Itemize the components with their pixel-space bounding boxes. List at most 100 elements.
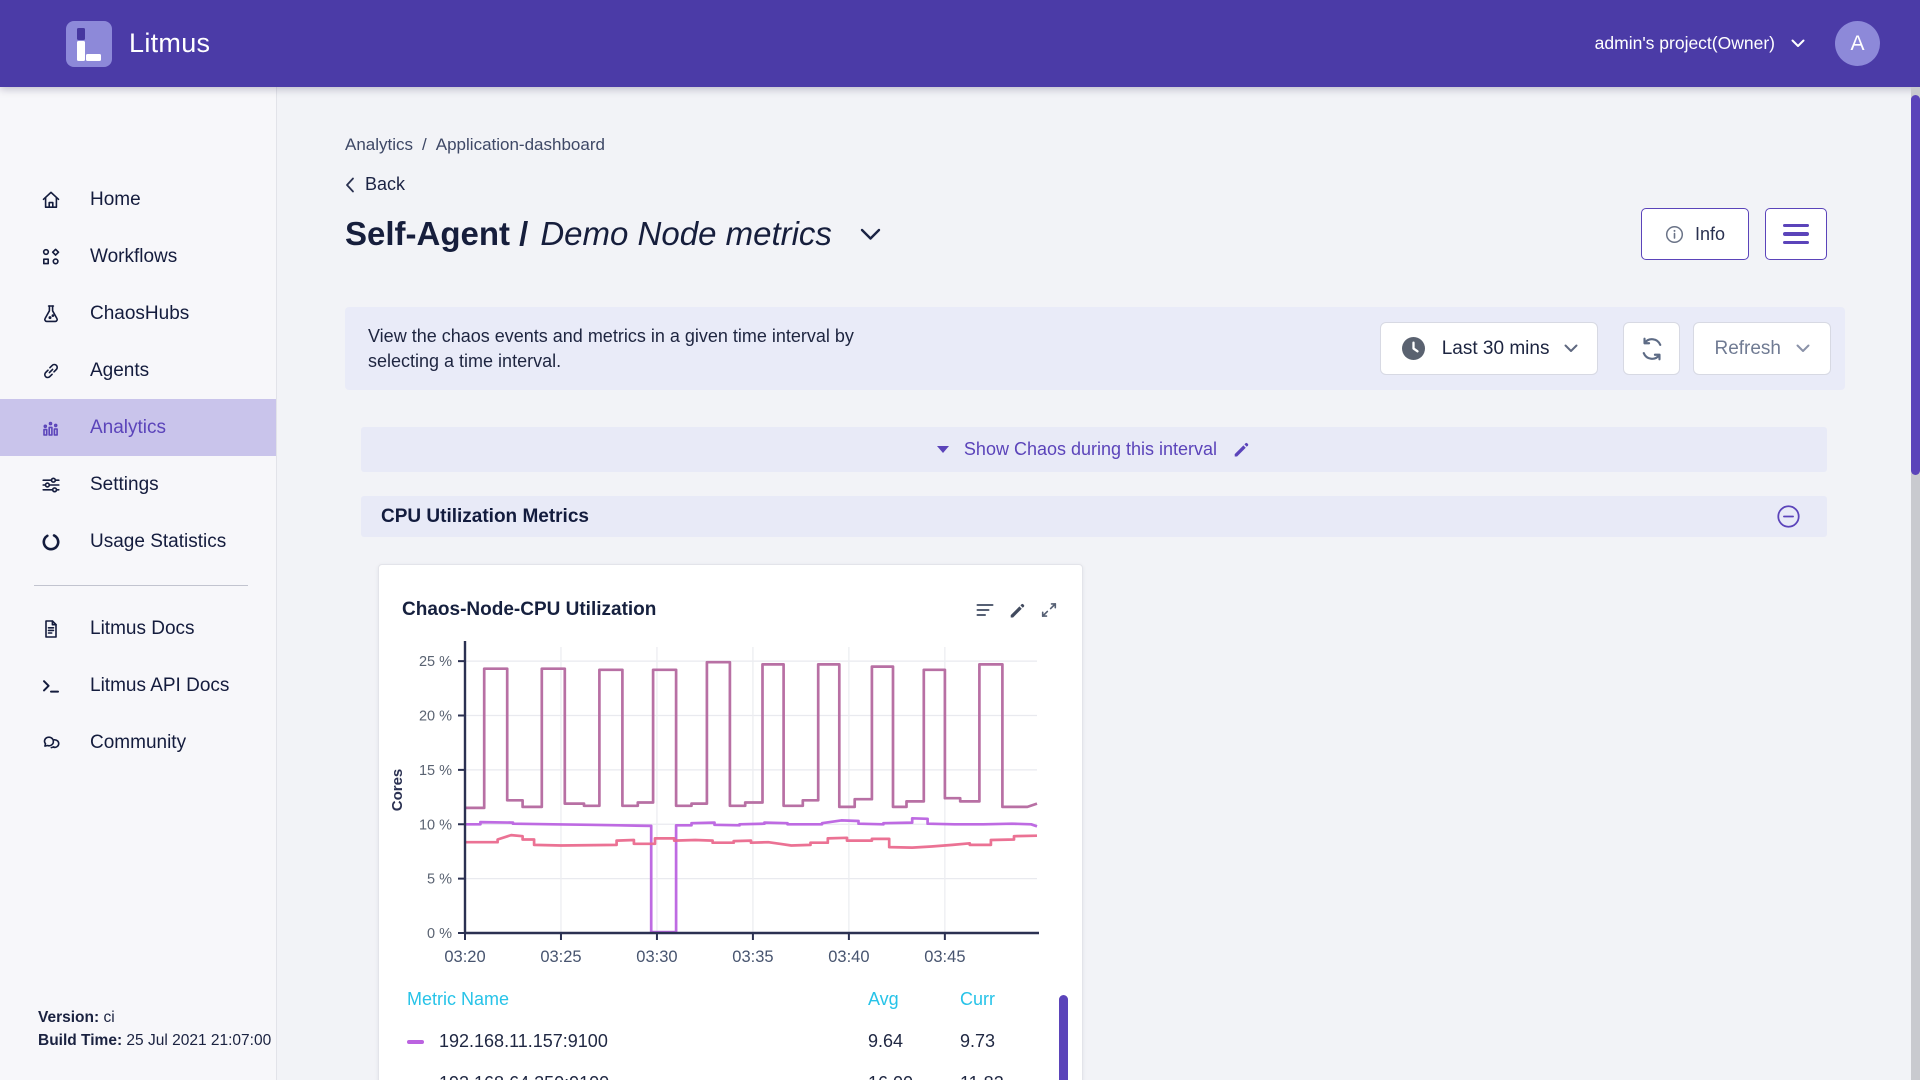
breadcrumb-application-dashboard[interactable]: Application-dashboard	[436, 135, 605, 155]
version-label: Version:	[38, 1009, 99, 1026]
refresh-now-button[interactable]	[1623, 322, 1680, 375]
sidebar-item-chaoshubs[interactable]: ChaosHubs	[0, 285, 276, 342]
home-icon	[39, 188, 63, 212]
time-interval-bar: View the chaos events and metrics in a g…	[345, 307, 1845, 390]
legend-header-curr: Curr	[960, 989, 1046, 1010]
sidebar-item-label: Litmus API Docs	[90, 675, 229, 697]
sidebar-item-litmus-api-docs[interactable]: Litmus API Docs	[0, 657, 276, 714]
dashboard-switch-caret[interactable]	[860, 228, 881, 241]
sidebar-item-analytics[interactable]: Analytics	[0, 399, 276, 456]
link-icon	[39, 359, 63, 383]
cpu-metrics-section-header: CPU Utilization Metrics	[361, 496, 1827, 537]
sidebar-item-label: ChaosHubs	[90, 303, 189, 325]
svg-text:15 %: 15 %	[419, 763, 452, 779]
chat-bubbles-icon	[39, 731, 63, 755]
interval-description: View the chaos events and metrics in a g…	[368, 324, 898, 374]
sidebar-item-settings[interactable]: Settings	[0, 456, 276, 513]
collapse-section-button[interactable]	[1776, 504, 1801, 529]
time-range-select[interactable]: Last 30 mins	[1380, 322, 1599, 375]
project-selector-label: admin's project(Owner)	[1595, 33, 1775, 54]
page-scrollbar[interactable]	[1911, 87, 1920, 1080]
sidebar-divider	[34, 585, 248, 586]
page-title: Self-Agent / Demo Node metrics	[345, 215, 832, 253]
info-button-label: Info	[1695, 224, 1725, 245]
svg-text:5 %: 5 %	[427, 872, 452, 888]
svg-text:03:35: 03:35	[732, 948, 773, 966]
svg-text:03:30: 03:30	[636, 948, 677, 966]
back-button[interactable]: Back	[345, 174, 435, 195]
section-title: CPU Utilization Metrics	[381, 506, 589, 528]
terminal-icon	[39, 674, 63, 698]
page-scrollbar-thumb[interactable]	[1911, 95, 1920, 475]
avatar[interactable]: A	[1835, 21, 1880, 66]
chart-legend: Metric Name Avg Curr 192.168.11.157:9100…	[379, 985, 1082, 1080]
main-content: Analytics / Application-dashboard Back S…	[277, 87, 1920, 1080]
series-color-swatch	[407, 1040, 424, 1044]
svg-text:03:25: 03:25	[540, 948, 581, 966]
sidebar-item-label: Settings	[90, 474, 159, 496]
metric-name: 192.168.64.250:9100	[439, 1073, 609, 1080]
chevron-down-icon	[1796, 344, 1810, 353]
project-selector[interactable]: admin's project(Owner)	[1595, 33, 1805, 54]
workflows-icon	[39, 245, 63, 269]
dashboard-menu-button[interactable]	[1765, 208, 1827, 260]
clock-icon	[1400, 335, 1427, 362]
hamburger-icon	[1783, 224, 1809, 227]
sidebar-item-label: Usage Statistics	[90, 531, 226, 553]
refresh-interval-select[interactable]: Refresh	[1693, 322, 1831, 375]
refresh-cycle-icon	[1639, 336, 1665, 362]
legend-row[interactable]: 192.168.11.157:9100 9.64 9.73	[407, 1031, 1046, 1052]
metric-avg: 16.00	[868, 1073, 960, 1080]
breadcrumb-analytics[interactable]: Analytics	[345, 135, 413, 155]
sidebar-item-label: Community	[90, 732, 186, 754]
chart-expand-icon[interactable]	[1040, 601, 1058, 619]
back-label: Back	[365, 174, 405, 195]
sliders-icon	[39, 473, 63, 497]
page-title-dashboard: Demo Node metrics	[540, 215, 832, 253]
page-title-agent: Self-Agent /	[345, 215, 528, 253]
analytics-icon	[39, 416, 63, 440]
legend-row[interactable]: 192.168.64.250:9100 16.00 11.82	[407, 1073, 1046, 1080]
metric-curr: 9.73	[960, 1031, 1046, 1052]
sidebar-item-agents[interactable]: Agents	[0, 342, 276, 399]
chevron-left-icon	[345, 177, 355, 193]
svg-text:10 %: 10 %	[419, 817, 452, 833]
chart-options-lines-icon[interactable]	[975, 601, 995, 619]
sidebar-item-home[interactable]: Home	[0, 171, 276, 228]
cpu-utilization-chart: 0 %5 %10 %15 %20 %25 %03:2003:2503:3003:…	[385, 633, 1082, 985]
build-time-label: Build Time:	[38, 1032, 122, 1049]
loader-circle-icon	[39, 530, 63, 554]
sidebar-item-usage-statistics[interactable]: Usage Statistics	[0, 513, 276, 570]
caret-down-icon	[937, 446, 949, 453]
document-icon	[39, 617, 63, 641]
sidebar-item-label: Workflows	[90, 246, 177, 268]
svg-text:03:20: 03:20	[444, 948, 485, 966]
metric-curr: 11.82	[960, 1073, 1046, 1080]
show-chaos-toggle[interactable]: Show Chaos during this interval	[361, 427, 1827, 472]
svg-text:0 %: 0 %	[427, 926, 452, 942]
svg-text:03:40: 03:40	[828, 948, 869, 966]
edit-pencil-icon[interactable]	[1232, 440, 1251, 459]
metric-avg: 9.64	[868, 1031, 960, 1052]
sidebar-item-community[interactable]: Community	[0, 714, 276, 771]
sidebar-item-litmus-docs[interactable]: Litmus Docs	[0, 600, 276, 657]
chart-title: Chaos-Node-CPU Utilization	[402, 599, 656, 621]
chart-edit-pencil-icon[interactable]	[1008, 601, 1027, 620]
sidebar-item-label: Litmus Docs	[90, 618, 195, 640]
legend-header-avg: Avg	[868, 989, 960, 1010]
show-chaos-label: Show Chaos during this interval	[964, 439, 1217, 460]
sidebar-item-label: Home	[90, 189, 141, 211]
sidebar-item-label: Agents	[90, 360, 149, 382]
metric-name: 192.168.11.157:9100	[439, 1031, 608, 1052]
info-button[interactable]: Info	[1641, 208, 1749, 260]
build-time-value: 25 Jul 2021 21:07:00	[126, 1032, 271, 1049]
breadcrumb: Analytics / Application-dashboard	[345, 135, 1845, 155]
chevron-down-icon	[1791, 39, 1805, 48]
sidebar-item-workflows[interactable]: Workflows	[0, 228, 276, 285]
sidebar-item-label: Analytics	[90, 417, 166, 439]
chevron-down-icon	[1564, 344, 1578, 353]
breadcrumb-separator: /	[422, 135, 427, 155]
info-icon	[1665, 225, 1684, 244]
sidebar: Home Workflows ChaosHubs Agents Analytic…	[0, 87, 277, 1080]
legend-scrollbar[interactable]	[1059, 995, 1068, 1080]
